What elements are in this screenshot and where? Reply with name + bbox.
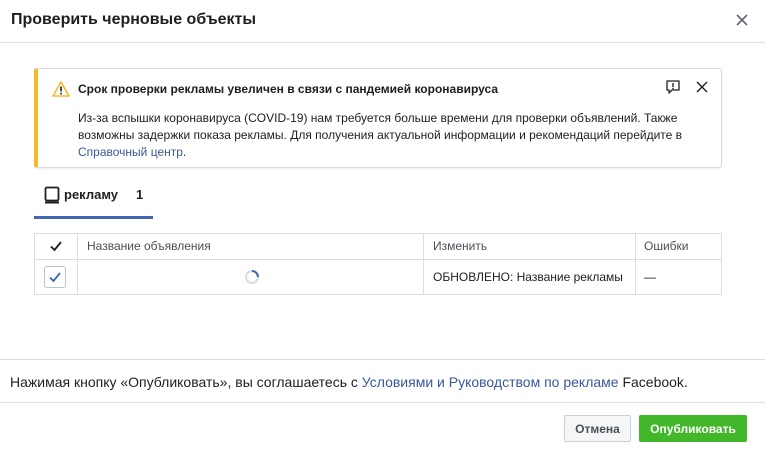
banner-text: Из-за вспышки коронавируса (COVID-19) на… — [78, 111, 683, 159]
banner-title: Срок проверки рекламы увеличен в связи с… — [78, 82, 498, 96]
consent-text: Нажимая кнопку «Опубликовать», вы соглаш… — [10, 374, 688, 390]
publish-button[interactable]: Опубликовать — [639, 415, 747, 442]
table-row: ОБНОВЛЕНО: Название рекламы — — [35, 260, 721, 294]
report-icon[interactable] — [665, 79, 681, 95]
column-header-ad-name: Название объявления — [87, 239, 211, 253]
column-divider — [77, 234, 78, 294]
warning-icon — [52, 81, 70, 97]
cancel-button[interactable]: Отмена — [564, 415, 631, 442]
tablet-icon — [44, 186, 60, 204]
dialog-title: Проверить черновые объекты — [11, 11, 257, 28]
check-icon — [49, 272, 61, 283]
dialog-header: Проверить черновые объекты — [0, 0, 765, 43]
table-header-row: Название объявления Изменить Ошибки — [35, 234, 721, 260]
tab-label: рекламу — [64, 187, 118, 202]
tab-count: 1 — [136, 187, 144, 202]
help-center-link[interactable]: Справочный центр — [78, 145, 183, 159]
banner-close-icon[interactable] — [695, 80, 709, 94]
column-header-change: Изменить — [433, 239, 488, 253]
column-divider — [423, 234, 424, 294]
select-all-checkbox[interactable] — [49, 239, 63, 253]
tab-underline — [34, 216, 153, 219]
row-change-value: ОБНОВЛЕНО: Название рекламы — [433, 270, 623, 284]
close-icon[interactable] — [733, 11, 751, 29]
ad-policies-link[interactable]: Условиями и Руководством по рекламе — [362, 374, 619, 390]
tab-ads[interactable]: рекламу 1 — [34, 176, 153, 219]
column-divider — [635, 234, 636, 294]
consent-section: Нажимая кнопку «Опубликовать», вы соглаш… — [0, 359, 765, 403]
row-errors-value: — — [644, 270, 656, 284]
warning-banner: Срок проверки рекламы увеличен в связи с… — [34, 68, 722, 168]
row-checkbox[interactable] — [44, 266, 66, 288]
column-header-errors: Ошибки — [644, 239, 689, 253]
ads-table: Название объявления Изменить Ошибки ОБНО… — [34, 233, 722, 295]
loading-spinner-icon — [245, 270, 259, 284]
